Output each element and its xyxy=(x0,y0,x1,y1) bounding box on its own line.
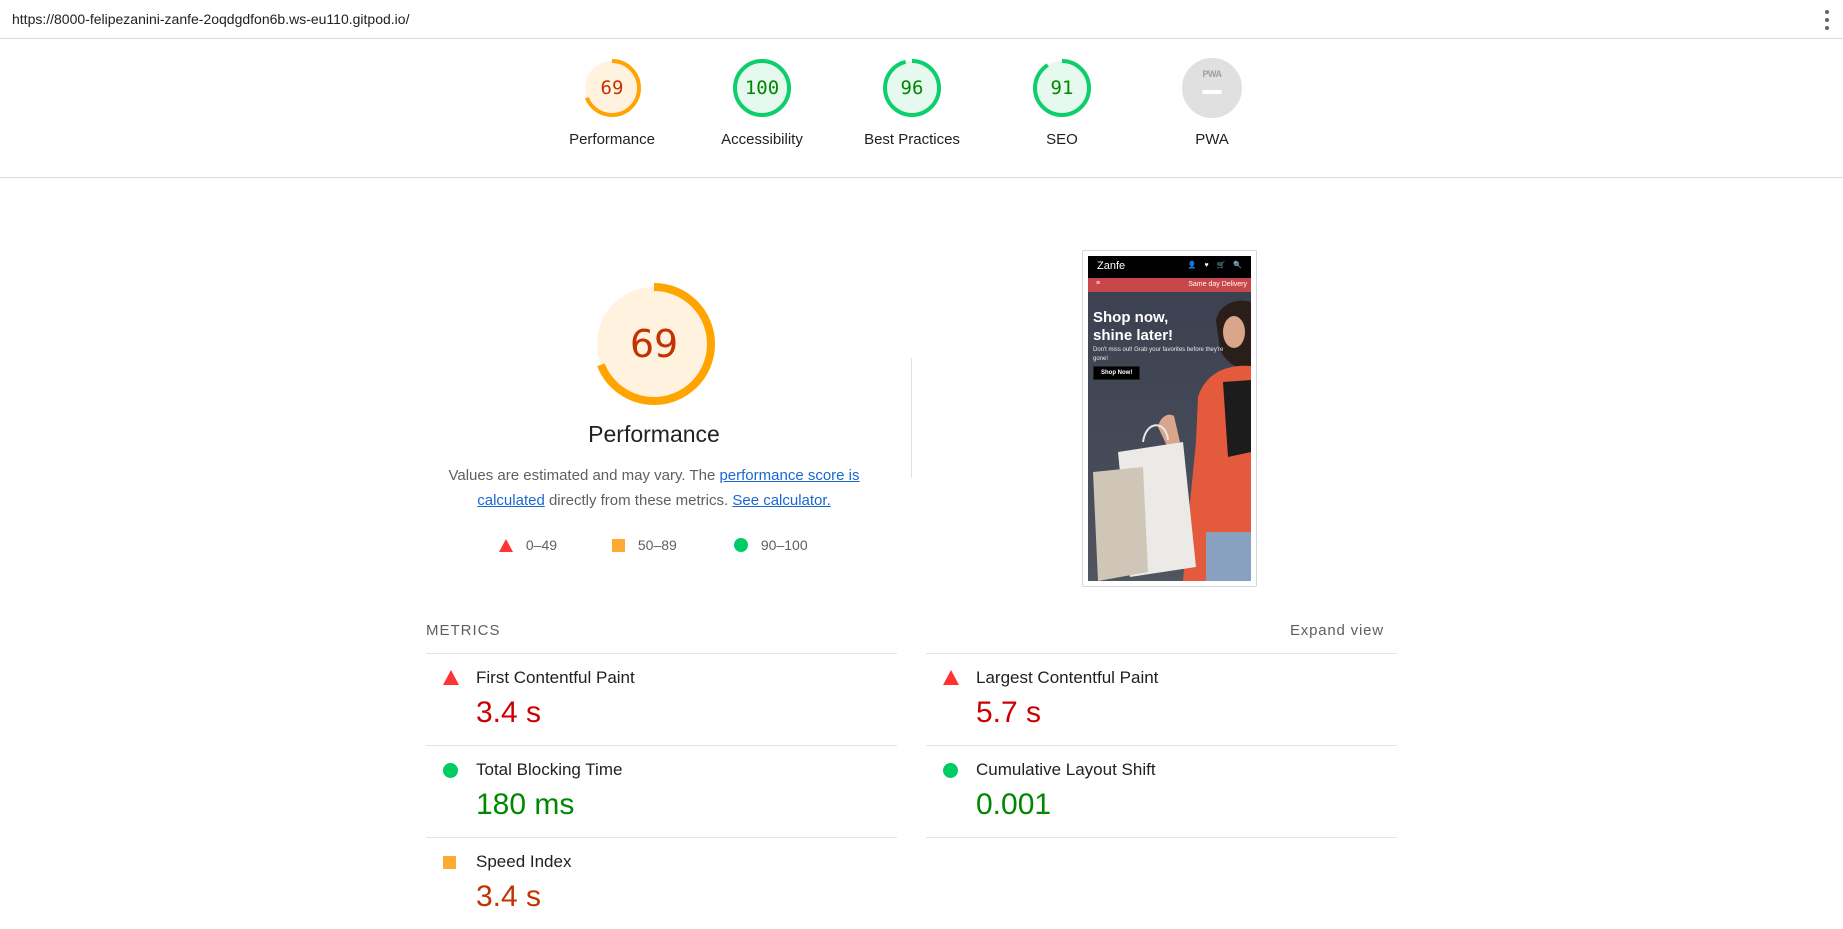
fail-triangle-icon xyxy=(943,670,959,685)
gauge-pwa[interactable]: PWA PWA xyxy=(1157,39,1267,148)
address-bar: https://8000-felipezanini-zanfe-2oqdgdfo… xyxy=(0,0,1843,39)
metric-speed-index: Speed Index 3.4 s xyxy=(426,837,897,929)
legend-fail: 0–49 xyxy=(499,537,557,553)
gauge-label: Best Practices xyxy=(864,131,960,148)
triangle-icon xyxy=(499,539,513,552)
metric-value: 5.7 s xyxy=(976,696,1042,729)
shop-now-button: Shop Now! xyxy=(1093,366,1141,380)
hero-headline: Shop now, shine later! xyxy=(1093,309,1174,344)
metric-name: Largest Contentful Paint xyxy=(976,668,1159,687)
legend-pass: 90–100 xyxy=(734,537,808,553)
metric-value: 180 ms xyxy=(476,788,575,821)
gauge-score: 69 xyxy=(600,77,624,99)
fail-triangle-icon xyxy=(443,670,459,685)
legend-label: 90–100 xyxy=(760,537,808,553)
pwa-badge: PWA xyxy=(1181,57,1243,119)
gauge-ring: 100 xyxy=(731,57,793,119)
pwa-icon: PWA xyxy=(1202,69,1222,79)
metric-name: Cumulative Layout Shift xyxy=(976,760,1156,779)
gauge-label: SEO xyxy=(1046,131,1078,148)
gauge-ring: 91 xyxy=(1031,57,1093,119)
square-icon xyxy=(612,539,625,552)
gauge-score: 100 xyxy=(744,77,780,99)
metric-cls: Cumulative Layout Shift 0.001 xyxy=(926,745,1397,838)
gauge-ring: 96 xyxy=(881,57,943,119)
average-square-icon xyxy=(443,856,456,869)
metric-name: Total Blocking Time xyxy=(476,760,623,779)
circle-icon xyxy=(734,538,748,552)
metric-value: 3.4 s xyxy=(476,880,542,913)
see-calculator-link[interactable]: See calculator. xyxy=(732,492,830,509)
metrics-header: METRICS xyxy=(426,622,501,639)
metric-name: Speed Index xyxy=(476,852,572,871)
gauge-label: PWA xyxy=(1195,131,1229,148)
metric-value: 0.001 xyxy=(976,788,1052,821)
gauge-label: Performance xyxy=(569,131,655,148)
legend-label: 50–89 xyxy=(637,537,677,553)
url-text[interactable]: https://8000-felipezanini-zanfe-2oqdgdfo… xyxy=(12,11,409,27)
scores-summary: 69 Performance 100 Accessibility 96 Best… xyxy=(0,39,1843,178)
desc-text: Values are estimated and may vary. The xyxy=(448,467,720,484)
performance-gauge-large: 69 xyxy=(592,282,716,406)
gauge-score: 96 xyxy=(900,77,924,99)
delivery-banner: ≡ Same day Delivery xyxy=(1088,278,1251,292)
hero-subtext: Don't miss out! Grab your favorites befo… xyxy=(1093,347,1224,362)
legend-label: 0–49 xyxy=(525,537,558,553)
metric-name: First Contentful Paint xyxy=(476,668,635,687)
nav-icons: 👤 ♥ 🛒 🔍 xyxy=(1187,262,1245,269)
metric-tbt: Total Blocking Time 180 ms xyxy=(426,745,897,837)
gauge-seo[interactable]: 91 SEO xyxy=(1007,39,1117,148)
gauge-performance[interactable]: 69 Performance xyxy=(557,39,667,148)
gauge-label: Accessibility xyxy=(721,131,803,148)
gauge-ring: 69 xyxy=(581,57,643,119)
divider xyxy=(911,358,912,478)
performance-score: 69 xyxy=(629,322,679,366)
gauge-best-practices[interactable]: 96 Best Practices xyxy=(857,39,967,148)
desc-text: directly from these metrics. xyxy=(544,492,733,509)
delivery-text: Same day Delivery xyxy=(1188,281,1247,288)
pass-circle-icon xyxy=(443,763,458,778)
gauge-accessibility[interactable]: 100 Accessibility xyxy=(707,39,817,148)
hero-section: Shop now, shine later! Don't miss out! G… xyxy=(1088,292,1251,581)
legend-average: 50–89 xyxy=(612,537,677,553)
pass-circle-icon xyxy=(943,763,958,778)
performance-title: Performance xyxy=(588,421,720,447)
metric-fcp: First Contentful Paint 3.4 s xyxy=(426,653,897,745)
menu-icon: ≡ xyxy=(1096,280,1101,287)
expand-view-button[interactable]: Expand view xyxy=(1290,622,1384,639)
more-options-icon[interactable] xyxy=(1824,9,1830,31)
site-brand: Zanfe xyxy=(1097,260,1126,272)
site-navbar: Zanfe 👤 ♥ 🛒 🔍 xyxy=(1088,256,1251,278)
metrics-left-column: First Contentful Paint 3.4 s Total Block… xyxy=(426,653,897,929)
metric-value: 3.4 s xyxy=(476,696,542,729)
metric-lcp: Largest Contentful Paint 5.7 s xyxy=(926,653,1397,745)
final-screenshot[interactable]: Shop now, shine later! Don't miss out! G… xyxy=(1082,250,1257,587)
performance-description: Values are estimated and may vary. The p… xyxy=(430,463,878,513)
metrics-right-column: Largest Contentful Paint 5.7 s Cumulativ… xyxy=(926,653,1397,838)
gauge-score: 91 xyxy=(1050,77,1074,99)
